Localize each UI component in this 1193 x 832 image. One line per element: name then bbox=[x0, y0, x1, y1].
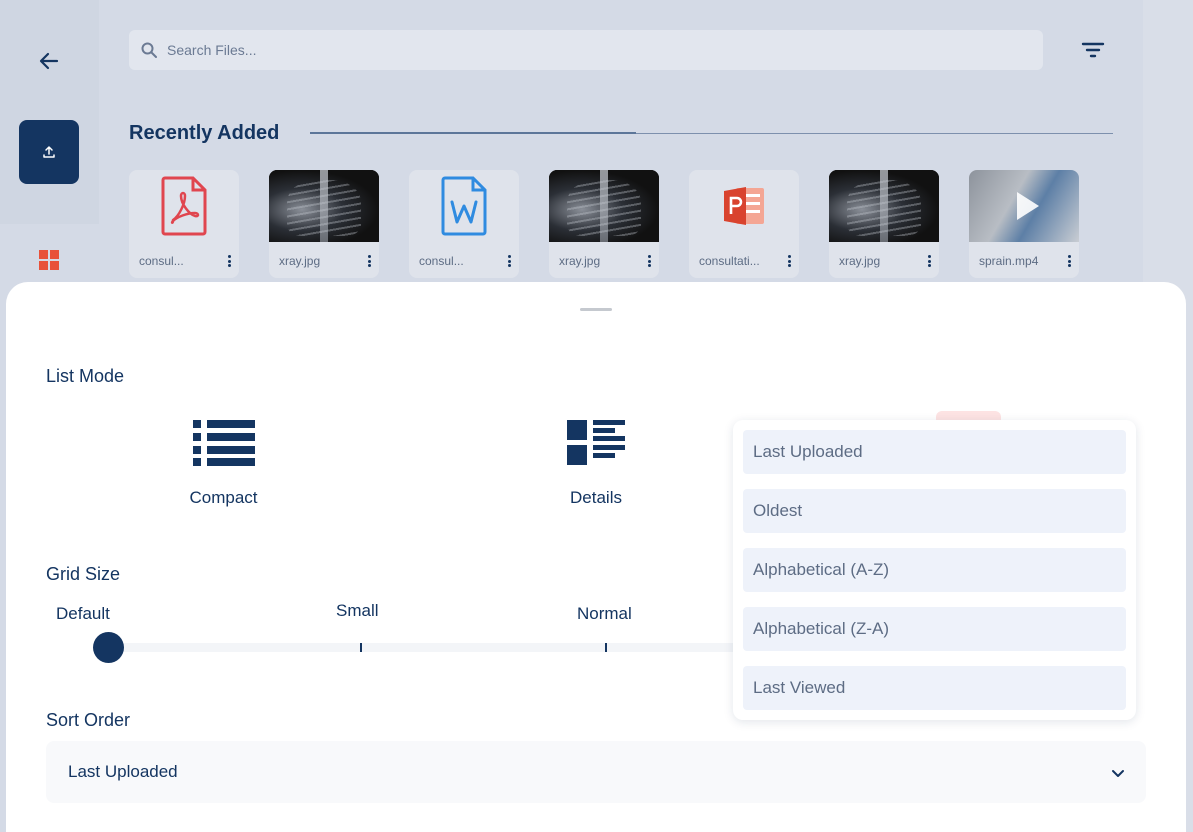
grid-size-normal-label: Normal bbox=[577, 604, 632, 623]
filter-icon[interactable] bbox=[1080, 38, 1106, 62]
file-card[interactable]: consultati... bbox=[689, 170, 799, 278]
list-mode-title: List Mode bbox=[46, 366, 125, 386]
file-name: xray.jpg bbox=[559, 254, 601, 268]
sheet-drag-handle[interactable] bbox=[580, 308, 612, 311]
grid-size-slider-thumb[interactable] bbox=[93, 632, 124, 663]
details-mode-option[interactable]: Details bbox=[536, 420, 656, 508]
search-icon bbox=[141, 42, 157, 58]
details-list-icon bbox=[567, 420, 625, 465]
file-name: consul... bbox=[419, 254, 464, 268]
more-options-icon[interactable] bbox=[1065, 253, 1073, 269]
sort-option-last-uploaded[interactable]: Last Uploaded bbox=[743, 430, 1126, 474]
file-name: consultati... bbox=[699, 254, 760, 268]
chevron-down-icon bbox=[1112, 770, 1124, 777]
word-file-icon bbox=[441, 176, 487, 236]
file-card[interactable]: consul... bbox=[409, 170, 519, 278]
more-options-icon[interactable] bbox=[925, 253, 933, 269]
compact-mode-option[interactable]: Compact bbox=[166, 420, 281, 508]
xray-thumbnail bbox=[269, 170, 379, 242]
slider-tick-small bbox=[360, 643, 362, 652]
more-options-icon[interactable] bbox=[785, 253, 793, 269]
arrow-left-icon bbox=[39, 52, 59, 70]
upload-button[interactable] bbox=[19, 120, 79, 184]
file-card[interactable]: xray.jpg bbox=[269, 170, 379, 278]
grid-size-small-label: Small bbox=[336, 601, 379, 620]
more-options-icon[interactable] bbox=[645, 253, 653, 269]
sort-option-oldest[interactable]: Oldest bbox=[743, 489, 1126, 533]
compact-label: Compact bbox=[189, 488, 258, 507]
recently-added-title: Recently Added bbox=[129, 122, 280, 144]
recent-files-list: consul... xray.jpg consul... xray.jpg co… bbox=[129, 170, 1079, 278]
view-options-sheet: List Mode Compact Details Grid Size Defa… bbox=[6, 282, 1186, 832]
slider-tick-normal bbox=[605, 643, 607, 652]
xray-thumbnail bbox=[549, 170, 659, 242]
more-options-icon[interactable] bbox=[225, 253, 233, 269]
sidebar bbox=[0, 0, 99, 224]
upload-icon bbox=[43, 146, 55, 158]
more-options-icon[interactable] bbox=[505, 253, 513, 269]
back-button[interactable] bbox=[32, 44, 66, 78]
file-name: xray.jpg bbox=[839, 254, 881, 268]
sort-order-dropdown: Last Uploaded Oldest Alphabetical (A-Z) … bbox=[733, 420, 1136, 720]
sort-order-value: Last Uploaded bbox=[68, 762, 178, 781]
video-thumbnail bbox=[969, 170, 1079, 242]
file-name: consul... bbox=[139, 254, 184, 268]
grid-view-icon[interactable] bbox=[39, 250, 59, 270]
file-name: xray.jpg bbox=[279, 254, 321, 268]
search-bar[interactable] bbox=[129, 30, 1043, 70]
sort-option-last-viewed[interactable]: Last Viewed bbox=[743, 666, 1126, 710]
xray-thumbnail bbox=[829, 170, 939, 242]
grid-size-slider-track[interactable] bbox=[108, 643, 748, 652]
sort-order-select[interactable]: Last Uploaded bbox=[46, 741, 1146, 803]
sort-option-alpha-desc[interactable]: Alphabetical (Z-A) bbox=[743, 607, 1126, 651]
file-card[interactable]: xray.jpg bbox=[829, 170, 939, 278]
sort-option-alpha-asc[interactable]: Alphabetical (A-Z) bbox=[743, 548, 1126, 592]
sort-order-title: Sort Order bbox=[46, 710, 131, 730]
file-card[interactable]: consul... bbox=[129, 170, 239, 278]
grid-size-default-label: Default bbox=[56, 604, 110, 623]
play-icon bbox=[1017, 192, 1039, 220]
compact-list-icon bbox=[192, 420, 255, 466]
powerpoint-file-icon bbox=[724, 187, 764, 225]
file-card[interactable]: xray.jpg bbox=[549, 170, 659, 278]
file-card[interactable]: sprain.mp4 bbox=[969, 170, 1079, 278]
more-options-icon[interactable] bbox=[365, 253, 373, 269]
file-name: sprain.mp4 bbox=[979, 254, 1039, 268]
search-input[interactable] bbox=[167, 42, 1027, 58]
grid-size-title: Grid Size bbox=[46, 564, 121, 584]
details-label: Details bbox=[570, 488, 622, 507]
pdf-file-icon bbox=[161, 176, 207, 236]
section-divider-accent bbox=[310, 132, 636, 134]
